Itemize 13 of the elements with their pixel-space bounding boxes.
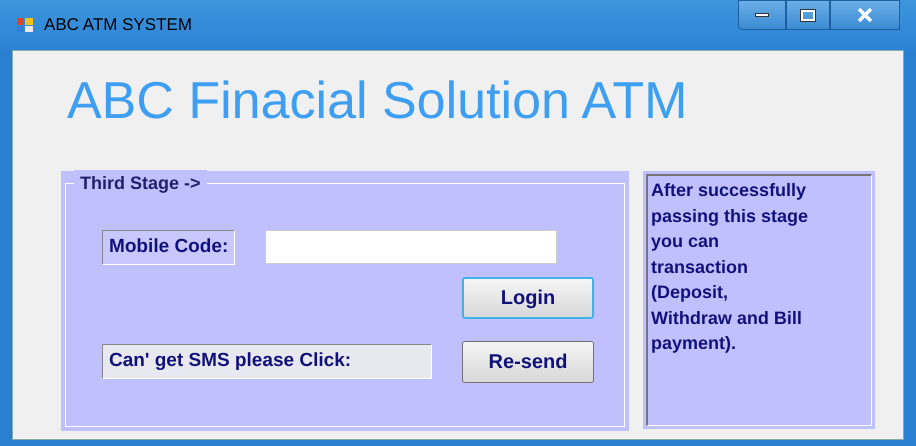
mobile-code-field[interactable] <box>265 230 558 264</box>
app-heading: ABC Finacial Solution ATM <box>67 71 688 131</box>
maximize-button[interactable] <box>786 0 830 30</box>
field-label: Mobile Code: <box>102 230 236 264</box>
info-text: After successfully passing this stage you can transaction (Deposit, Withdraw and Bill payment). <box>651 179 810 355</box>
resend-label: Can' get SMS please Click: <box>102 344 432 379</box>
login-button[interactable]: Login <box>462 276 594 318</box>
resend-button[interactable]: Re-send <box>462 340 594 382</box>
minimize-button[interactable] <box>738 0 786 30</box>
close-button[interactable] <box>830 0 900 30</box>
window-title: ABC ATM SYSTEM <box>44 14 192 36</box>
app-icon <box>16 16 34 34</box>
close-icon <box>857 8 873 22</box>
